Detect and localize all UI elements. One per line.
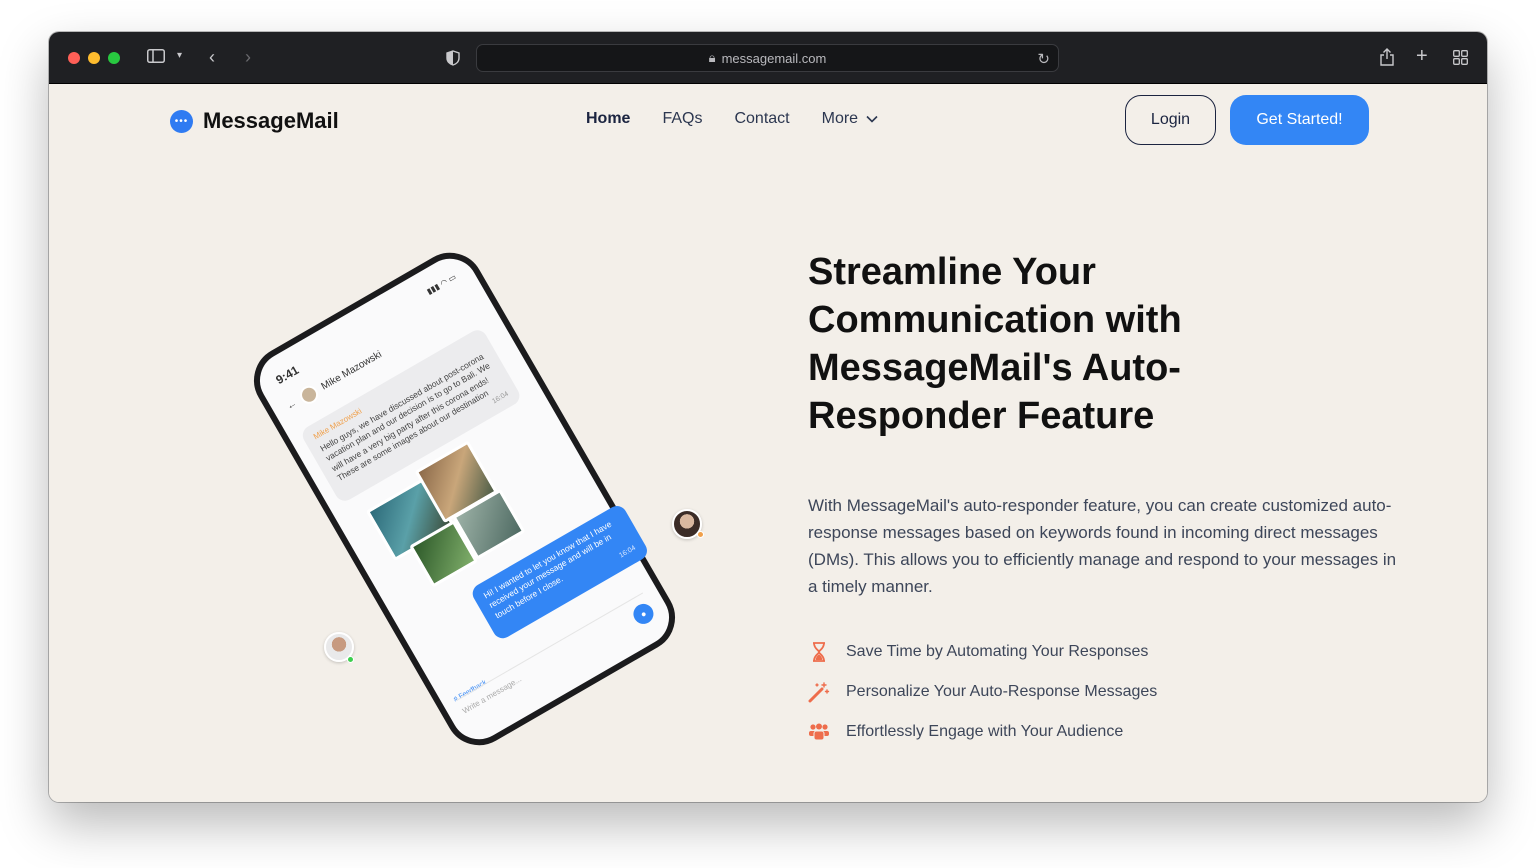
avatar <box>296 382 322 408</box>
chat-bubble-icon: ••• <box>170 109 193 133</box>
feature-text: Personalize Your Auto-Response Messages <box>846 683 1158 700</box>
address-bar[interactable]: 🔒︎ messagemail.com ↻ <box>476 44 1059 72</box>
chevron-down-icon <box>866 115 878 123</box>
feature-item: Personalize Your Auto-Response Messages <box>808 672 1157 712</box>
hero-description: With MessageMail's auto-responder featur… <box>808 496 1397 596</box>
phone-status-icons: ▮▮▮ ◠ ▭ <box>425 272 458 297</box>
get-started-button[interactable]: Get Started! <box>1230 95 1369 145</box>
message-input-placeholder: Write a message... <box>460 674 524 716</box>
url-text: messagemail.com <box>721 50 827 66</box>
nav-link-contact[interactable]: Contact <box>734 110 789 128</box>
privacy-shield-icon[interactable] <box>446 50 460 70</box>
phone-clock: 9:41 <box>273 362 302 388</box>
feature-text: Effortlessly Engage with Your Audience <box>846 723 1124 740</box>
nav-link-faqs[interactable]: FAQs <box>662 110 702 128</box>
nav-link-home[interactable]: Home <box>586 110 630 128</box>
hourglass-icon <box>808 642 830 662</box>
feature-list: Save Time by Automating Your Responses P… <box>808 632 1157 752</box>
nav-more-label: More <box>821 110 859 127</box>
login-button[interactable]: Login <box>1125 95 1216 145</box>
hero-title: Streamline Your Communication with Messa… <box>808 251 1182 437</box>
page-content: ••• MessageMail Home FAQs Contact More L… <box>49 84 1487 802</box>
main-nav: Home FAQs Contact More <box>586 110 878 128</box>
sidebar-toggle-icon[interactable] <box>147 49 165 67</box>
logo-text: MessageMail <box>203 108 339 133</box>
phone-mockup: 9:41 ▮▮▮ ◠ ▭ ← Mike Mazowski Mike Mazows… <box>241 240 688 758</box>
back-arrow-icon[interactable]: ‹ <box>209 48 215 66</box>
nav-more-dropdown[interactable]: More <box>822 110 878 128</box>
magic-wand-icon <box>808 681 830 703</box>
new-tab-icon[interactable]: + <box>1416 46 1428 66</box>
chevron-down-icon[interactable]: ▾ <box>177 51 182 61</box>
phone-illustration: 9:41 ▮▮▮ ◠ ▭ ← Mike Mazowski Mike Mazows… <box>227 240 707 774</box>
close-window-button[interactable] <box>68 52 80 64</box>
minimize-window-button[interactable] <box>88 52 100 64</box>
users-icon <box>808 723 830 741</box>
share-icon[interactable] <box>1379 48 1395 70</box>
tab-overview-icon[interactable] <box>1453 50 1468 69</box>
back-arrow-icon: ← <box>284 397 299 413</box>
feature-item: Save Time by Automating Your Responses <box>808 632 1157 672</box>
lock-icon: 🔒︎ <box>708 50 716 65</box>
status-dot <box>697 531 704 538</box>
status-dot <box>347 656 354 663</box>
browser-toolbar: ▾ ‹ › 🔒︎ messagemail.com ↻ + <box>49 32 1487 84</box>
feature-text: Save Time by Automating Your Responses <box>846 643 1149 660</box>
site-logo[interactable]: ••• MessageMail <box>170 108 339 134</box>
maximize-window-button[interactable] <box>108 52 120 64</box>
chat-contact-name: Mike Mazowski <box>319 348 384 393</box>
browser-window: ▾ ‹ › 🔒︎ messagemail.com ↻ + ••• Message… <box>49 32 1487 802</box>
microphone-icon: ● <box>629 600 658 628</box>
feature-item: Effortlessly Engage with Your Audience <box>808 712 1157 752</box>
forward-arrow-icon[interactable]: › <box>245 48 251 66</box>
reload-icon[interactable]: ↻ <box>1037 50 1050 68</box>
